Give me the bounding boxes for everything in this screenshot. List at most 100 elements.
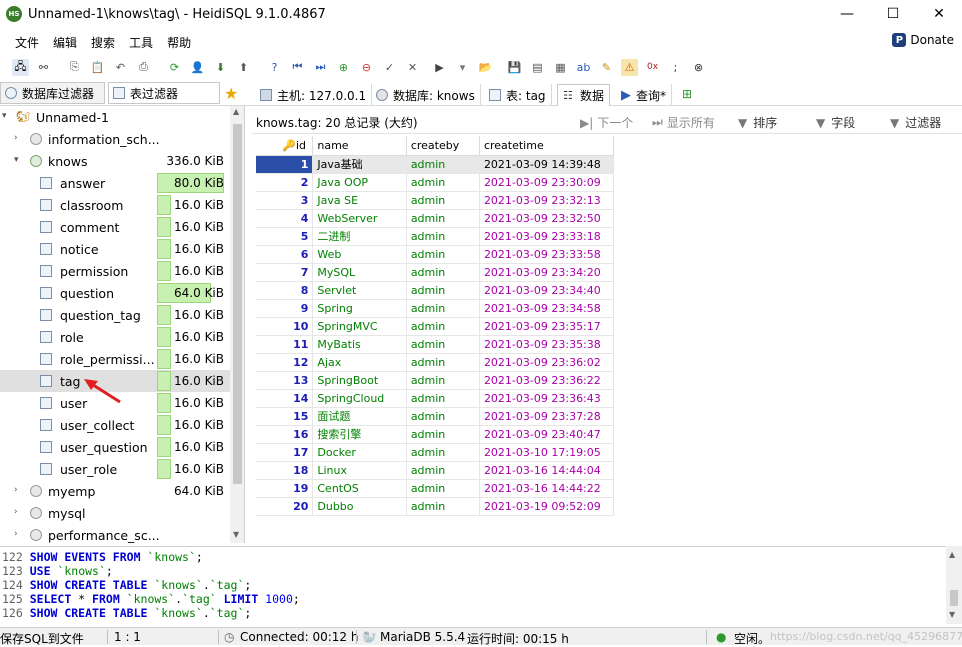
tree-database-mysql[interactable]: › mysql (0, 502, 230, 524)
new-query-tab-icon[interactable]: ⊞ (682, 87, 692, 101)
table-row[interactable]: 5 二进制 admin 2021-03-09 23:33:18 (256, 227, 615, 246)
cell-createtime[interactable]: 2021-03-09 23:33:18 (479, 227, 615, 246)
cell-createby[interactable]: admin (406, 371, 480, 390)
hex-icon[interactable]: 0x (644, 59, 661, 76)
sql-scroll-down-icon[interactable]: ▼ (949, 610, 955, 619)
table-row[interactable]: 6 Web admin 2021-03-09 23:33:58 (256, 245, 615, 264)
tree-table-question_tag[interactable]: question_tag 16.0 KiB (0, 304, 230, 326)
next-button[interactable]: ▶| 下一个 (580, 114, 633, 131)
cell-createby[interactable]: admin (406, 173, 480, 192)
filter-button[interactable]: ▼ 过滤器 (890, 114, 941, 131)
cell-createtime[interactable]: 2021-03-09 23:37:28 (479, 407, 615, 426)
table-row[interactable]: 17 Docker admin 2021-03-10 17:19:05 (256, 443, 615, 462)
cell-createby[interactable]: admin (406, 443, 480, 462)
cell-name[interactable]: 搜索引擎 (312, 425, 407, 444)
show-all-button[interactable]: ⏭ 显示所有 (652, 114, 715, 131)
cell-name[interactable]: Java SE (312, 191, 407, 210)
tree-scrollbar-thumb[interactable] (233, 124, 242, 484)
cell-name[interactable]: WebServer (312, 209, 407, 228)
cell-id[interactable]: 6 (256, 245, 314, 264)
tree-table-user_question[interactable]: user_question 16.0 KiB (0, 436, 230, 458)
close-button[interactable]: ✕ (916, 0, 962, 28)
cell-id[interactable]: 7 (256, 263, 314, 282)
insert-row-icon[interactable]: ⊕ (335, 59, 352, 76)
column-header-createby[interactable]: createby (406, 136, 480, 156)
cell-createby[interactable]: admin (406, 353, 480, 372)
session-manager-icon[interactable]: 🖧 (12, 58, 29, 76)
cell-createtime[interactable]: 2021-03-09 23:40:47 (479, 425, 615, 444)
menu-help[interactable]: 帮助 (160, 34, 198, 51)
table-row[interactable]: 11 MyBatis admin 2021-03-09 23:35:38 (256, 335, 615, 354)
tree-table-comment[interactable]: comment 16.0 KiB (0, 216, 230, 238)
cell-id[interactable]: 18 (256, 461, 314, 480)
table-row[interactable]: 20 Dubbo admin 2021-03-19 09:52:09 (256, 497, 615, 516)
tab-query[interactable]: ▶ 查询* (616, 84, 673, 106)
collapsed-arrow-icon[interactable]: › (14, 133, 18, 143)
tree-table-notice[interactable]: notice 16.0 KiB (0, 238, 230, 260)
table-row[interactable]: 3 Java SE admin 2021-03-09 23:32:13 (256, 191, 615, 210)
cell-createtime[interactable]: 2021-03-16 14:44:04 (479, 461, 615, 480)
cell-createtime[interactable]: 2021-03-19 09:52:09 (479, 497, 615, 516)
semicolon-icon[interactable]: ; (667, 59, 684, 76)
cell-createby[interactable]: admin (406, 479, 480, 498)
columns-button[interactable]: ▼ 字段 (816, 114, 855, 131)
print-icon[interactable]: ⎙ (135, 59, 152, 76)
cell-createtime[interactable]: 2021-03-09 23:30:09 (479, 173, 615, 192)
cell-id[interactable]: 17 (256, 443, 314, 462)
table-row[interactable]: 12 Ajax admin 2021-03-09 23:36:02 (256, 353, 615, 372)
cell-name[interactable]: Spring (312, 299, 407, 318)
cell-createby[interactable]: admin (406, 245, 480, 264)
cell-createby[interactable]: admin (406, 497, 480, 516)
first-record-icon[interactable]: ⏮ (289, 59, 306, 76)
export-icon[interactable]: ⬆ (235, 59, 252, 76)
tree-database-knows[interactable]: ▾ knows 336.0 KiB (0, 150, 230, 172)
cell-createby[interactable]: admin (406, 263, 480, 282)
cell-name[interactable]: SpringCloud (312, 389, 407, 408)
cell-createtime[interactable]: 2021-03-09 23:36:22 (479, 371, 615, 390)
table-row[interactable]: 7 MySQL admin 2021-03-09 23:34:20 (256, 263, 615, 282)
refresh-icon[interactable]: ⟳ (166, 59, 183, 76)
tree-table-permission[interactable]: permission 16.0 KiB (0, 260, 230, 282)
tree-table-user_collect[interactable]: user_collect 16.0 KiB (0, 414, 230, 436)
cell-name[interactable]: 二进制 (312, 227, 407, 246)
cell-createtime[interactable]: 2021-03-09 23:36:02 (479, 353, 615, 372)
help-icon[interactable]: ? (266, 59, 283, 76)
status-save-sql[interactable]: 保存SQL到文件 (0, 630, 84, 647)
scroll-down-icon[interactable]: ▼ (233, 530, 239, 539)
table-row[interactable]: 8 Servlet admin 2021-03-09 23:34:40 (256, 281, 615, 300)
tree-table-role_permissi[interactable]: role_permissi... 16.0 KiB (0, 348, 230, 370)
cell-createby[interactable]: admin (406, 191, 480, 210)
tree-table-answer[interactable]: answer 80.0 KiB (0, 172, 230, 194)
table-row[interactable]: 1 Java基础 admin 2021-03-09 14:39:48 (256, 155, 615, 174)
tab-database-filter[interactable]: 数据库过滤器 (0, 82, 105, 104)
cell-id[interactable]: 16 (256, 425, 314, 444)
cell-id[interactable]: 15 (256, 407, 314, 426)
scroll-up-icon[interactable]: ▲ (233, 107, 239, 116)
format-sql-icon[interactable]: ab (575, 59, 592, 76)
tree-database-myemp[interactable]: › myemp 64.0 KiB (0, 480, 230, 502)
tree-table-user_role[interactable]: user_role 16.0 KiB (0, 458, 230, 480)
post-icon[interactable]: ✓ (381, 59, 398, 76)
cell-createtime[interactable]: 2021-03-09 23:32:13 (479, 191, 615, 210)
cell-name[interactable]: Ajax (312, 353, 407, 372)
cell-name[interactable]: Linux (312, 461, 407, 480)
sql-log-scrollbar[interactable]: ▲ ▼ (946, 546, 962, 624)
star-icon[interactable]: ★ (224, 84, 238, 103)
stop-icon[interactable]: ⊗ (690, 59, 707, 76)
cell-createtime[interactable]: 2021-03-10 17:19:05 (479, 443, 615, 462)
cell-id[interactable]: 9 (256, 299, 314, 318)
cell-id[interactable]: 10 (256, 317, 314, 336)
menu-file[interactable]: 文件 (8, 34, 46, 51)
copy-icon[interactable]: ⎘ (66, 59, 83, 76)
cell-id[interactable]: 19 (256, 479, 314, 498)
tab-table[interactable]: 表: tag (484, 84, 552, 106)
cell-createtime[interactable]: 2021-03-09 14:39:48 (479, 155, 615, 174)
cell-createby[interactable]: admin (406, 389, 480, 408)
collapsed-arrow-icon[interactable]: › (14, 485, 18, 495)
cell-createby[interactable]: admin (406, 461, 480, 480)
cell-name[interactable]: SpringMVC (312, 317, 407, 336)
tree-session-unnamed-1[interactable]: ▾ 🐿 Unnamed-1 (0, 106, 230, 128)
cell-id[interactable]: 12 (256, 353, 314, 372)
cell-createby[interactable]: admin (406, 155, 480, 174)
tab-table-filter[interactable]: 表过滤器 (108, 82, 220, 104)
